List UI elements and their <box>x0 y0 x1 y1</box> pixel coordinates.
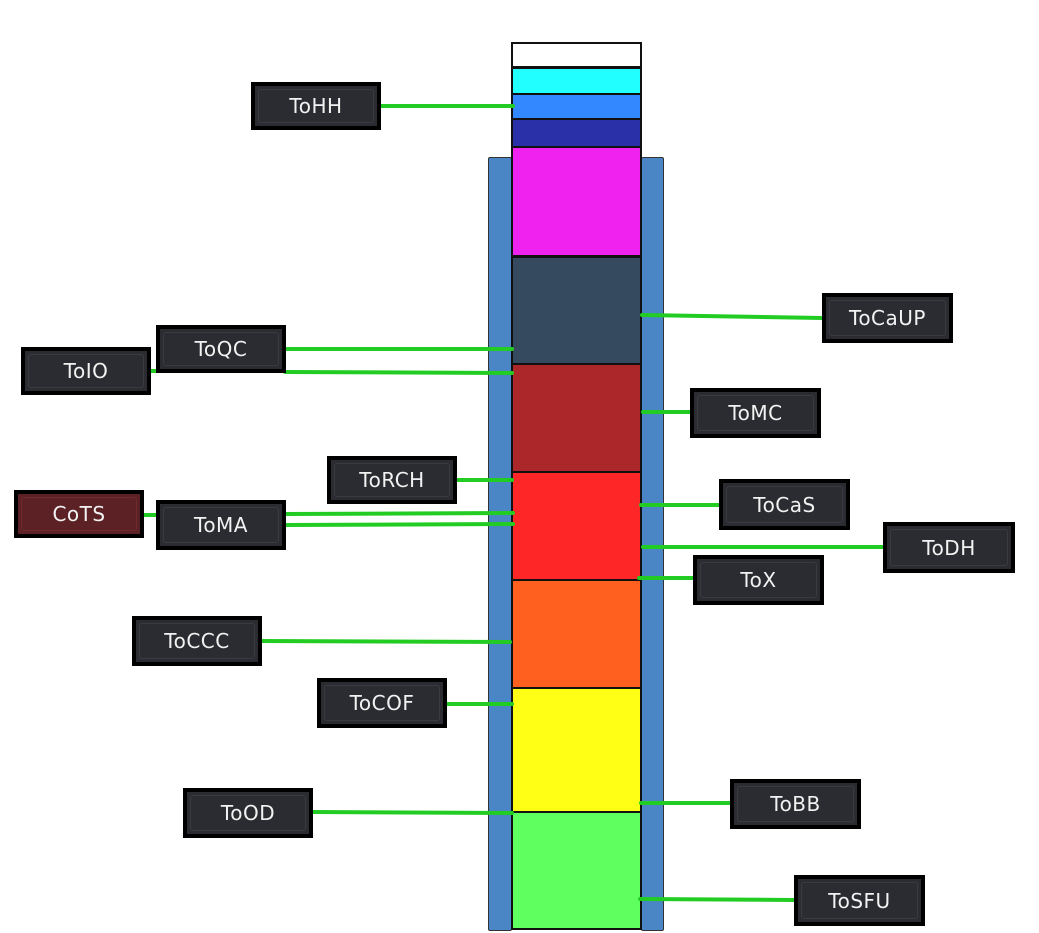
label-tood[interactable]: ToOD <box>183 788 313 838</box>
stack-block-red <box>511 471 642 581</box>
label-text: CoTS <box>52 502 106 526</box>
label-text: ToDH <box>922 535 976 560</box>
label-toma[interactable]: ToMA <box>156 500 286 550</box>
connector-toma-2 <box>283 522 515 527</box>
label-tohh[interactable]: ToHH <box>251 82 381 130</box>
connector-toqc-2 <box>283 370 514 375</box>
stack-block-navy <box>511 118 642 148</box>
label-torch[interactable]: ToRCH <box>327 456 457 504</box>
label-text: ToSFU <box>828 888 891 913</box>
label-text: ToX <box>740 568 777 592</box>
stack-block-magenta <box>511 146 642 257</box>
label-tobb[interactable]: ToBB <box>730 779 861 829</box>
left-rail <box>488 157 512 931</box>
label-text: ToBB <box>770 792 821 816</box>
label-text: ToIO <box>63 359 109 383</box>
connector-toccc <box>259 639 512 644</box>
label-tomc[interactable]: ToMC <box>690 388 821 438</box>
label-text: ToCCC <box>164 629 230 653</box>
label-text: ToCaS <box>753 492 816 517</box>
stack-block-cyan <box>511 67 642 95</box>
stack-block-white <box>511 42 642 68</box>
label-text: ToCaUP <box>849 306 926 330</box>
connector-toma-1 <box>283 511 515 516</box>
label-tox[interactable]: ToX <box>693 555 824 605</box>
label-text: ToRCH <box>359 468 425 492</box>
label-todh[interactable]: ToDH <box>883 522 1015 573</box>
label-text: ToMC <box>728 401 783 425</box>
label-tocas[interactable]: ToCaS <box>719 479 850 530</box>
label-text: ToOD <box>220 801 276 825</box>
label-toqc[interactable]: ToQC <box>156 325 286 373</box>
stack-block-darkred <box>511 363 642 473</box>
label-text: ToMA <box>194 513 248 537</box>
stack-block-yellow <box>511 687 642 813</box>
label-toccc[interactable]: ToCCC <box>132 616 262 666</box>
stack-block-green <box>511 811 642 930</box>
stack-block-slate <box>511 256 642 365</box>
label-text: ToQC <box>194 337 248 361</box>
connector-tood <box>310 810 514 815</box>
label-tocaup[interactable]: ToCaUP <box>822 293 953 343</box>
label-text: ToHH <box>289 94 343 118</box>
label-cots[interactable]: CoTS <box>14 490 144 538</box>
connector-tocaup <box>640 313 825 320</box>
stack-block-lightblue <box>511 93 642 120</box>
stack-block-orange <box>511 579 642 689</box>
label-tocof[interactable]: ToCOF <box>317 678 447 728</box>
right-rail <box>641 157 664 931</box>
label-toio[interactable]: ToIO <box>21 347 151 395</box>
label-text: ToCOF <box>349 691 415 715</box>
diagram-canvas: ToHH ToQC ToIO ToRCH CoTS ToMA ToCCC ToC… <box>0 0 1039 933</box>
label-tosfu[interactable]: ToSFU <box>794 875 925 926</box>
